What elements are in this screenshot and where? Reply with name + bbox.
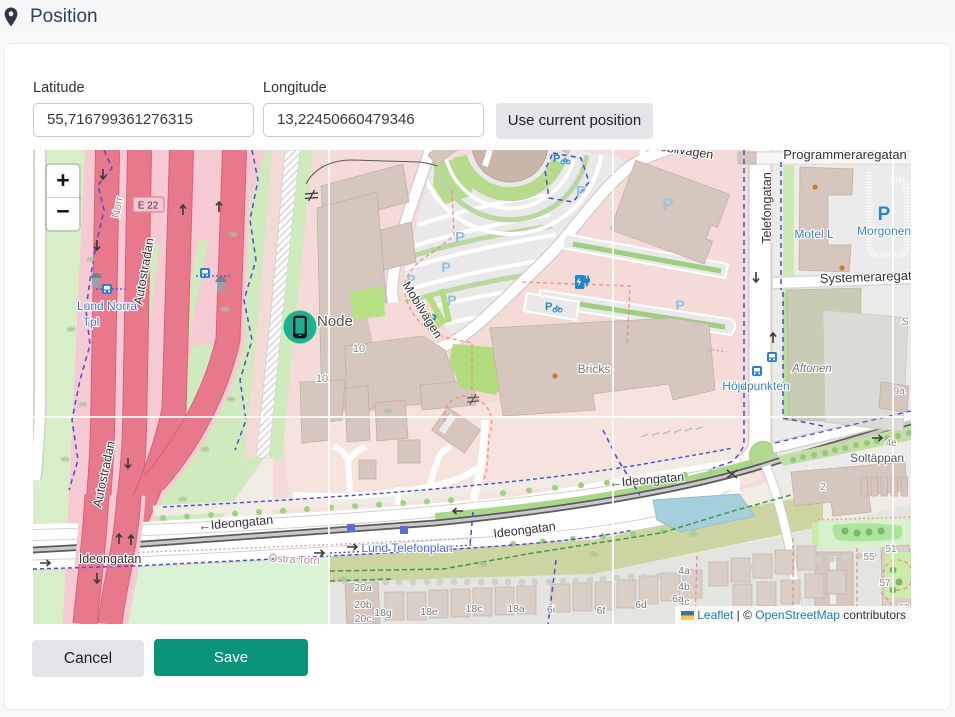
svg-text:Programmeraregatan: Programmeraregatan	[783, 150, 907, 162]
svg-text:P: P	[878, 204, 891, 225]
svg-text:6d: 6d	[635, 599, 647, 611]
svg-text:6i: 6i	[547, 604, 555, 616]
svg-text:P: P	[662, 195, 673, 214]
svg-text:P: P	[675, 297, 684, 313]
svg-text:Tpl: Tpl	[83, 315, 100, 329]
svg-text:18c: 18c	[466, 603, 483, 615]
svg-text:4b: 4b	[678, 581, 690, 593]
svg-text:Lund Telefonplan: Lund Telefonplan	[361, 541, 452, 555]
svg-text:P: P	[441, 259, 450, 275]
svg-text:9a: 9a	[893, 386, 905, 397]
svg-text:Soltäppan: Soltäppan	[850, 451, 904, 465]
svg-text:Morgonen: Morgonen	[857, 224, 911, 238]
svg-text:20a: 20a	[354, 582, 372, 594]
svg-text:18g: 18g	[374, 607, 392, 619]
svg-text:P: P	[545, 301, 552, 313]
svg-text:Systemeraregatan: Systemeraregatan	[820, 267, 911, 286]
svg-text:P: P	[576, 183, 586, 200]
svg-text:20c: 20c	[355, 613, 372, 624]
svg-text:18a: 18a	[507, 603, 525, 615]
svg-text:57: 57	[879, 578, 891, 589]
svg-text:55: 55	[863, 552, 875, 563]
svg-text:Telefongatan: Telefongatan	[760, 172, 774, 244]
svg-text:51: 51	[885, 544, 897, 555]
svg-text:E 22: E 22	[138, 201, 159, 212]
svg-text:S: S	[901, 316, 909, 328]
svg-text:Höjdpunkten: Höjdpunkten	[722, 379, 789, 393]
svg-text:6a: 6a	[672, 593, 684, 605]
svg-text:P: P	[553, 153, 560, 165]
svg-text:20b: 20b	[354, 599, 372, 611]
svg-text:10: 10	[353, 343, 365, 355]
svg-text:Lund Norra: Lund Norra	[77, 299, 137, 313]
svg-text:P: P	[447, 292, 456, 308]
svg-text:Bricks: Bricks	[578, 362, 611, 376]
svg-text:18e: 18e	[420, 606, 438, 618]
svg-text:Node: Node	[317, 313, 353, 330]
svg-text:4a: 4a	[678, 565, 690, 577]
svg-text:P: P	[455, 229, 465, 246]
svg-text:Ideongatan: Ideongatan	[79, 552, 142, 566]
svg-text:6f: 6f	[597, 605, 606, 617]
svg-text:2: 2	[820, 482, 826, 493]
svg-text:Motel L: Motel L	[794, 227, 834, 241]
svg-text:Aftonen: Aftonen	[791, 363, 832, 375]
svg-text:4e: 4e	[885, 438, 897, 449]
svg-text:10: 10	[316, 373, 328, 385]
